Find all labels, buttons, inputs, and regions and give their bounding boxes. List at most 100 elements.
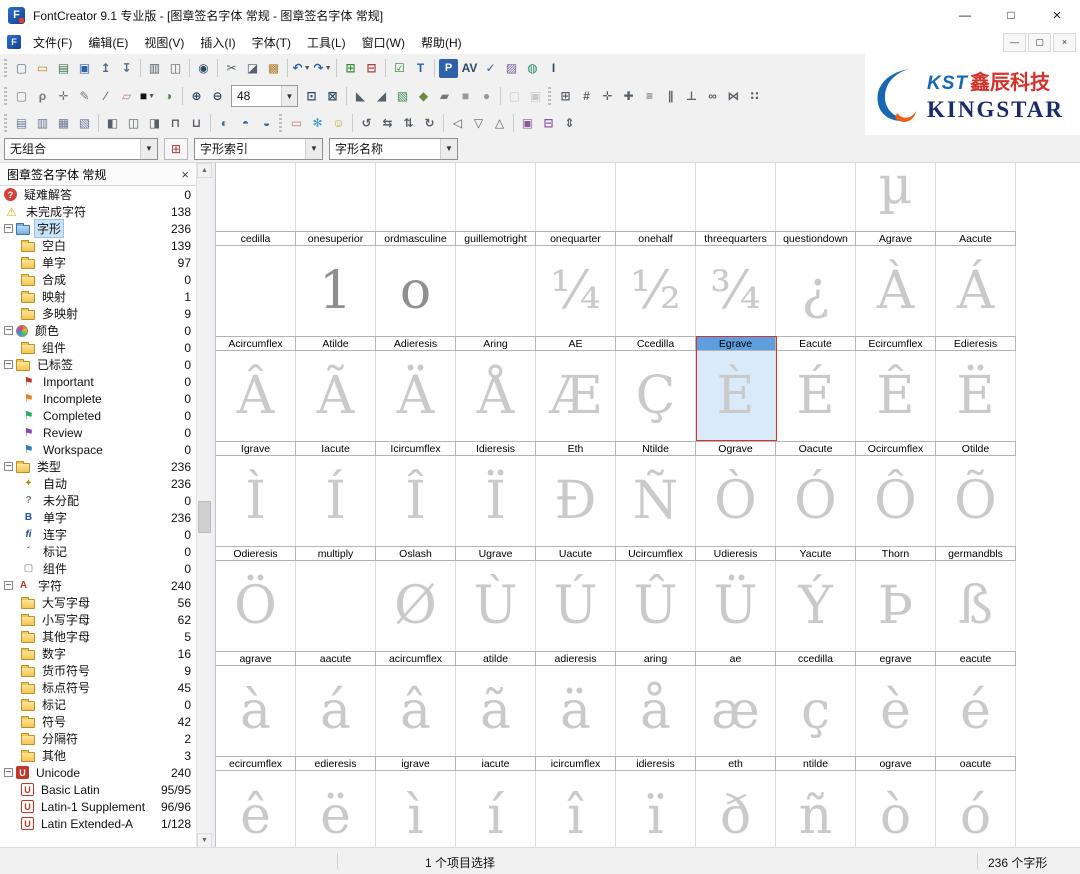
glyph-cell-Oacute[interactable]: Ó: [776, 456, 856, 546]
glyph-cell-partial-8[interactable]: µ: [856, 163, 936, 231]
find-icon[interactable]: ◉: [194, 59, 213, 78]
glyph-label-Udieresis[interactable]: Udieresis: [696, 547, 776, 560]
child-close-button[interactable]: ×: [1053, 33, 1076, 52]
glyph-cell-AE[interactable]: Æ: [536, 351, 616, 441]
preview-panel-icon[interactable]: P: [439, 59, 458, 78]
glyph-cell-acircumflex[interactable]: â: [376, 666, 456, 756]
menu-窗口(W)[interactable]: 窗口(W): [354, 30, 413, 54]
glyph-cell-partial-5[interactable]: [616, 163, 696, 231]
tree-item-颜色[interactable]: −颜色0: [0, 322, 196, 339]
glyph-cell-Thorn[interactable]: Þ: [856, 561, 936, 651]
slope-left-icon[interactable]: ◣: [351, 87, 370, 106]
glyph-label-onesuperior[interactable]: onesuperior: [296, 232, 376, 245]
glyph-cell-Edieresis[interactable]: Ë: [936, 351, 1016, 441]
child-minimize-button[interactable]: —: [1003, 33, 1026, 52]
glyph-label-Adieresis[interactable]: Adieresis: [376, 337, 456, 350]
glyph-label-eacute[interactable]: eacute: [936, 652, 1016, 665]
glyph-cell-Ugrave[interactable]: Ù: [456, 561, 536, 651]
menu-编辑(E)[interactable]: 编辑(E): [80, 30, 136, 54]
tree-item-Latin Extended-A[interactable]: ULatin Extended-A1/128: [0, 815, 196, 832]
eraser-contour-icon[interactable]: ▭: [287, 113, 306, 132]
menu-视图(V)[interactable]: 视图(V): [136, 30, 192, 54]
snap-icon[interactable]: ▣: [526, 87, 545, 106]
tree-item-分隔符[interactable]: 分隔符2: [0, 730, 196, 747]
glyph-label-Thorn[interactable]: Thorn: [856, 547, 936, 560]
tree-item-货币符号[interactable]: 货币符号9: [0, 662, 196, 679]
glyph-label-multiply[interactable]: multiply: [296, 547, 376, 560]
glyph-cell-partial-4[interactable]: [536, 163, 616, 231]
glyph-label-Ucircumflex[interactable]: Ucircumflex: [616, 547, 696, 560]
tree-item-Latin-1 Supplement[interactable]: ULatin-1 Supplement96/96: [0, 798, 196, 815]
glyph-cell-questiondown[interactable]: ¿: [776, 246, 856, 336]
cut-icon[interactable]: ✂: [222, 59, 241, 78]
glyph-cell-idieresis[interactable]: ï: [616, 771, 696, 848]
smooth-icon[interactable]: ☺: [329, 113, 348, 132]
glyph-label-Atilde[interactable]: Atilde: [296, 337, 376, 350]
glyph-cell-iacute[interactable]: í: [456, 771, 536, 848]
glyph-cell-eacute[interactable]: é: [936, 666, 1016, 756]
glyph-cell-Icircumflex[interactable]: Î: [376, 456, 456, 546]
tree-item-合成[interactable]: 合成0: [0, 271, 196, 288]
metrics-icon[interactable]: AV: [460, 59, 479, 78]
glyph-label-Edieresis[interactable]: Edieresis: [936, 337, 1016, 350]
glyph-cell-Eth[interactable]: Ð: [536, 456, 616, 546]
select-tool-icon[interactable]: ▢: [12, 87, 31, 106]
tree-item-组件[interactable]: ▢组件0: [0, 560, 196, 577]
menu-插入(I)[interactable]: 插入(I): [192, 30, 243, 54]
glyph-label-edieresis[interactable]: edieresis: [296, 757, 376, 770]
glyph-cell-Oslash[interactable]: Ø: [376, 561, 456, 651]
glyph-label-aacute[interactable]: aacute: [296, 652, 376, 665]
chevron-down-icon[interactable]: ▼: [140, 139, 157, 159]
lasso-tool-icon[interactable]: ρ: [33, 87, 52, 106]
slope-right-icon[interactable]: ◢: [372, 87, 391, 106]
kerning-icon[interactable]: ⋈: [724, 87, 743, 106]
tree-item-符号[interactable]: 符号42: [0, 713, 196, 730]
combination-button[interactable]: ⊞: [164, 138, 188, 160]
zoom-in-icon[interactable]: ⊕: [187, 87, 206, 106]
knife-tool-icon[interactable]: ∕: [96, 87, 115, 106]
tree-item-Review[interactable]: ⚑Review0: [0, 424, 196, 441]
glyph-label-adieresis[interactable]: adieresis: [536, 652, 616, 665]
glyph-label-agrave[interactable]: agrave: [216, 652, 296, 665]
flip-vertical-icon[interactable]: ⇅: [399, 113, 418, 132]
glyph-cell-partial-2[interactable]: [376, 163, 456, 231]
autotrace-icon[interactable]: ◆: [414, 87, 433, 106]
scroll-down-icon[interactable]: ▼: [197, 833, 212, 848]
glyph-label-Ograve[interactable]: Ograve: [696, 442, 776, 455]
validate-icon[interactable]: ✓: [481, 59, 500, 78]
glyph-cell-ae[interactable]: æ: [696, 666, 776, 756]
copy-hints-icon[interactable]: ▦: [54, 113, 73, 132]
glyph-label-Odieresis[interactable]: Odieresis: [216, 547, 296, 560]
glyph-cell-onehalf[interactable]: ½: [616, 246, 696, 336]
delete-glyph-icon[interactable]: ⊟: [362, 59, 381, 78]
copy-outline-icon[interactable]: ▤: [12, 113, 31, 132]
class-icon[interactable]: ∷: [745, 87, 764, 106]
exclude-icon[interactable]: ◒: [257, 113, 276, 132]
grid-icon[interactable]: ⊞: [556, 87, 575, 106]
pan-tool-icon[interactable]: ✛: [54, 87, 73, 106]
anchor-add-icon[interactable]: ✚: [619, 87, 638, 106]
insert-text-icon[interactable]: I: [544, 59, 563, 78]
glyph-label-Agrave[interactable]: Agrave: [856, 232, 936, 245]
glyph-label-ordmasculine[interactable]: ordmasculine: [376, 232, 456, 245]
group-combo[interactable]: 无组合 ▼: [4, 138, 158, 160]
font-size-combo[interactable]: 48▼: [231, 85, 298, 107]
glyph-cell-Ccedilla[interactable]: Ç: [616, 351, 696, 441]
link-icon[interactable]: ∞: [703, 87, 722, 106]
tree-item-空白[interactable]: 空白139: [0, 237, 196, 254]
fill-icon[interactable]: ▰: [435, 87, 454, 106]
undo-icon[interactable]: ↶▼: [292, 59, 311, 78]
rotate-ccw-icon[interactable]: ↺: [357, 113, 376, 132]
freeze-icon[interactable]: ✻: [308, 113, 327, 132]
glyph-cell-Odieresis[interactable]: Ö: [216, 561, 296, 651]
glyph-cell-germandbls[interactable]: ß: [936, 561, 1016, 651]
glyph-label-AE[interactable]: AE: [536, 337, 616, 350]
scroll-up-icon[interactable]: ▲: [197, 163, 212, 178]
order-icon[interactable]: ⇕: [560, 113, 579, 132]
glyph-cell-Adieresis[interactable]: Ä: [376, 351, 456, 441]
child-restore-button[interactable]: ▢: [1028, 33, 1051, 52]
glyph-cell-edieresis[interactable]: ë: [296, 771, 376, 848]
glyph-cell-Ecircumflex[interactable]: Ê: [856, 351, 936, 441]
glyph-label-aring[interactable]: aring: [616, 652, 696, 665]
glyph-label-Oacute[interactable]: Oacute: [776, 442, 856, 455]
